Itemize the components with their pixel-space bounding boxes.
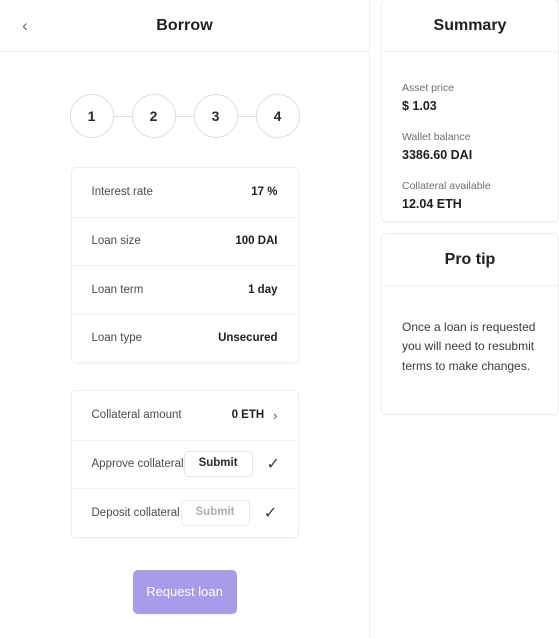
request-loan-button[interactable]: Request loan [132, 569, 237, 614]
stat-value: 3386.60 DAI [402, 148, 473, 162]
step-4[interactable]: 4 [255, 94, 300, 138]
step-1[interactable]: 1 [69, 94, 114, 138]
side-panel: Summary Asset price $ 1.03 Wallet balanc… [370, 0, 559, 638]
check-icon: ✓ [266, 456, 280, 474]
summary-stats: Asset price $ 1.03 Wallet balance 3386.6… [382, 52, 558, 211]
step-connector-3 [237, 115, 256, 117]
approve-collateral-row: Approve collateral Submit ✓ [71, 439, 298, 489]
summary-title: Summary [382, 0, 558, 52]
loan-details-card: Interest rate 17 % Loan size 100 DAI Loa… [70, 167, 299, 363]
borrow-screen: ‹ Borrow 1 2 3 4 Interest rate 17 % Loan… [0, 0, 559, 638]
row-label: Collateral amount [91, 409, 182, 422]
pane-header: ‹ Borrow [0, 0, 369, 52]
row-value: 1 day [248, 283, 278, 296]
primary-action-container: Request loan [0, 569, 369, 614]
approve-collateral-submit-button[interactable]: Submit [183, 451, 253, 478]
row-label: Loan type [91, 332, 143, 345]
deposit-collateral-row: Deposit collateral Submit ✓ [71, 488, 298, 537]
stat-collateral-available: Collateral available 12.04 ETH [402, 180, 538, 211]
step-3[interactable]: 3 [193, 94, 238, 138]
stat-value: 12.04 ETH [402, 197, 462, 211]
row-value: 100 DAI [235, 235, 278, 248]
step-2[interactable]: 2 [131, 94, 176, 138]
chevron-left-icon: ‹ [22, 15, 28, 35]
table-row-interest-rate: Interest rate 17 % [72, 168, 298, 217]
deposit-collateral-submit-button[interactable]: Submit [180, 499, 250, 526]
stat-label: Collateral available [402, 180, 491, 192]
row-label: Loan size [91, 235, 141, 248]
step-indicator: 1 2 3 4 [0, 94, 369, 138]
pro-tip-card: Pro tip Once a loan is requested you wil… [381, 233, 559, 415]
row-label: Loan term [91, 283, 144, 296]
pro-tip-title: Pro tip [382, 234, 558, 286]
collateral-amount-row[interactable]: Collateral amount 0 ETH › [72, 391, 298, 440]
pro-tip-body: Once a loan is requested you will need t… [402, 320, 536, 373]
stat-asset-price: Asset price $ 1.03 [402, 82, 538, 113]
back-button[interactable]: ‹ [8, 8, 42, 42]
row-value: 17 % [251, 186, 278, 199]
table-row-loan-type: Loan type Unsecured [71, 313, 298, 363]
summary-card: Summary Asset price $ 1.03 Wallet balanc… [381, 0, 559, 222]
row-value: Unsecured [218, 332, 278, 345]
stat-label: Asset price [402, 82, 454, 94]
collateral-card: Collateral amount 0 ETH › Approve collat… [70, 390, 299, 538]
row-label: Approve collateral [91, 458, 184, 471]
stat-wallet-balance: Wallet balance 3386.60 DAI [402, 131, 538, 162]
page-title: Borrow [156, 16, 213, 34]
row-label: Interest rate [91, 186, 153, 199]
table-row-loan-size: Loan size 100 DAI [71, 216, 298, 266]
check-icon: ✓ [263, 504, 278, 522]
stat-label: Wallet balance [402, 131, 471, 143]
step-connector-1 [113, 115, 132, 117]
step-connector-2 [175, 115, 194, 117]
borrow-pane: ‹ Borrow 1 2 3 4 Interest rate 17 % Loan… [0, 0, 370, 638]
row-label: Deposit collateral [91, 506, 180, 519]
stat-value: $ 1.03 [402, 99, 437, 113]
table-row-loan-term: Loan term 1 day [71, 265, 298, 314]
row-value: 0 ETH [231, 409, 265, 422]
chevron-right-icon[interactable]: › [273, 409, 277, 422]
